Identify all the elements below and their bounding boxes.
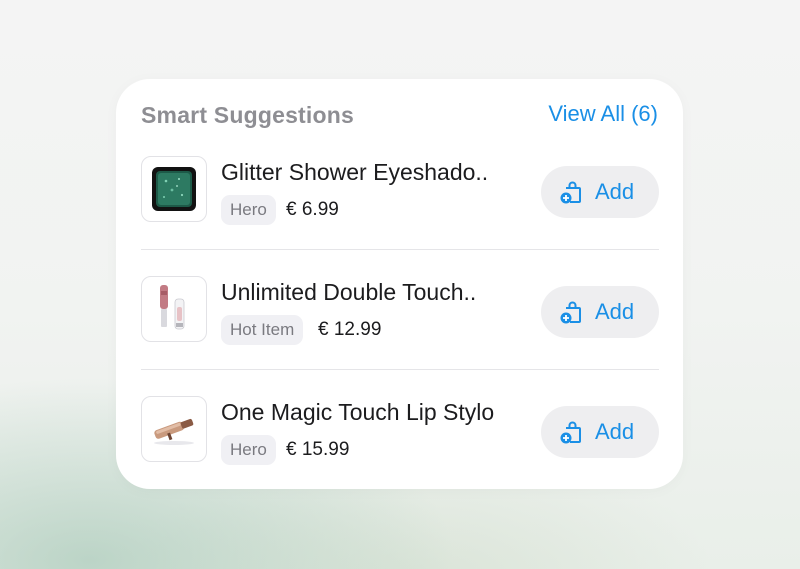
list-item[interactable]: Unlimited Double Touch.. Hot Item € 12.9… bbox=[141, 269, 659, 369]
add-to-bag-icon bbox=[560, 421, 581, 444]
add-button-label: Add bbox=[595, 179, 635, 204]
add-button-label: Add bbox=[595, 299, 635, 324]
add-button[interactable]: Add bbox=[541, 406, 659, 458]
card-title: Smart Suggestions bbox=[141, 102, 354, 128]
product-name[interactable]: Glitter Shower Eyeshado.. bbox=[221, 159, 488, 186]
product-badge: Hot Item bbox=[221, 315, 304, 345]
add-to-bag-icon bbox=[560, 181, 581, 204]
divider bbox=[141, 369, 659, 370]
eyeshadow-compact-icon bbox=[141, 156, 207, 222]
lip-stylo-icon bbox=[141, 396, 207, 462]
smart-suggestions-card: Smart Suggestions View All (6) Glitter S… bbox=[116, 79, 683, 489]
add-to-bag-icon bbox=[560, 301, 581, 324]
product-badge: Hero bbox=[221, 195, 276, 225]
lip-gloss-icon bbox=[141, 276, 207, 342]
add-button-label: Add bbox=[595, 419, 635, 444]
list-item[interactable]: Glitter Shower Eyeshado.. Hero € 6.99 Ad… bbox=[141, 149, 659, 249]
add-button[interactable]: Add bbox=[541, 286, 659, 338]
product-price: € 15.99 bbox=[286, 439, 350, 460]
view-all-link[interactable]: View All (6) bbox=[548, 101, 658, 127]
product-price: € 12.99 bbox=[318, 319, 382, 340]
product-name[interactable]: Unlimited Double Touch.. bbox=[221, 279, 476, 306]
product-name[interactable]: One Magic Touch Lip Stylo bbox=[221, 399, 494, 426]
product-price: € 6.99 bbox=[286, 199, 339, 220]
divider bbox=[141, 249, 659, 250]
list-item[interactable]: One Magic Touch Lip Stylo Hero € 15.99 A… bbox=[141, 389, 659, 489]
add-button[interactable]: Add bbox=[541, 166, 659, 218]
product-badge: Hero bbox=[221, 435, 276, 465]
